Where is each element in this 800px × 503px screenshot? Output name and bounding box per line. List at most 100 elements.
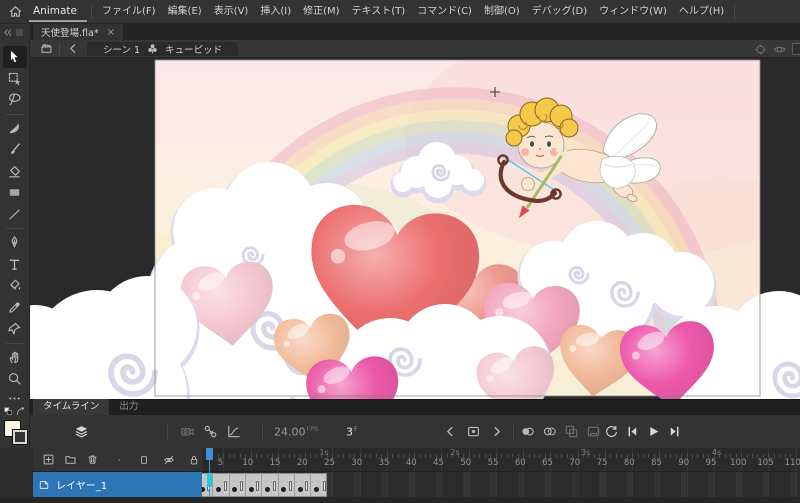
swap-colors-icon[interactable] <box>15 406 26 417</box>
classic-brush-tool[interactable] <box>3 139 27 161</box>
keyframe-dot <box>232 487 237 492</box>
app-name[interactable]: Animate <box>29 1 87 22</box>
menu-item-5[interactable]: 修正(M) <box>297 0 345 24</box>
next-frame-icon[interactable] <box>667 424 682 439</box>
frame-tick <box>474 454 475 458</box>
keyframe-segment[interactable] <box>279 474 295 496</box>
hand-tool[interactable] <box>3 347 27 369</box>
more-options-icon[interactable] <box>7 391 22 406</box>
frame-span[interactable] <box>196 473 327 497</box>
fps-display[interactable]: 24.00FPS <box>274 415 318 448</box>
menu-item-1[interactable]: ファイル(F) <box>96 0 162 24</box>
delete-layer-icon[interactable] <box>86 453 99 466</box>
loop-icon[interactable] <box>604 424 619 439</box>
keyframe-segment[interactable] <box>312 474 328 496</box>
keyframe-segment[interactable] <box>213 474 229 496</box>
document-tab[interactable]: 天使登場.fla* × <box>33 24 123 40</box>
parenting-icon[interactable] <box>203 424 218 439</box>
free-transform-tool[interactable] <box>3 68 27 90</box>
pen-tool[interactable] <box>3 232 27 254</box>
panel-chip-icon[interactable] <box>16 29 23 36</box>
keyframe-segment[interactable] <box>230 474 246 496</box>
menu-item-6[interactable]: テキスト(T) <box>346 0 412 24</box>
scene-breadcrumb[interactable]: シーン 1 <box>103 42 140 56</box>
timeline-tab-2[interactable]: 出力 <box>109 399 148 415</box>
stage-canvas[interactable] <box>30 58 800 399</box>
menu-item-3[interactable]: 表示(V) <box>208 0 255 24</box>
line-tool[interactable] <box>3 204 27 226</box>
lock-icon[interactable] <box>188 454 200 466</box>
outline-box-icon[interactable] <box>138 454 150 466</box>
rotation-icon[interactable] <box>773 43 786 56</box>
close-icon[interactable]: × <box>107 27 115 38</box>
span-end-marker <box>305 481 308 491</box>
step-forward-icon[interactable] <box>489 424 504 439</box>
insert-keyframe-icon[interactable] <box>466 424 481 439</box>
cloud[interactable] <box>30 276 200 399</box>
keyframe-segment[interactable] <box>295 474 311 496</box>
eye-slash-icon[interactable] <box>163 454 175 466</box>
step-back-icon[interactable] <box>443 424 458 439</box>
frame-tick <box>676 454 677 458</box>
keyframe-dot <box>298 487 303 492</box>
eyedropper-tool[interactable] <box>3 297 27 319</box>
menu-item-7[interactable]: コマンド(C) <box>411 0 478 24</box>
onion-skin-icon[interactable] <box>520 424 535 439</box>
frame-tick <box>240 454 241 458</box>
frame-tick <box>392 454 393 458</box>
stroke-color-swatch[interactable] <box>13 430 27 444</box>
prev-frame-icon[interactable] <box>625 424 640 439</box>
frame-tick <box>670 454 671 458</box>
new-folder-icon[interactable] <box>64 453 77 466</box>
ruler-frame-number: 15 <box>270 458 281 468</box>
keyframe-segment[interactable] <box>246 474 262 496</box>
menu-item-9[interactable]: デバッグ(D) <box>526 0 594 24</box>
home-icon[interactable] <box>8 4 23 19</box>
play-icon[interactable] <box>646 424 661 439</box>
pasteboard[interactable] <box>30 58 800 399</box>
eraser-tool[interactable] <box>3 161 27 183</box>
symbol-breadcrumb[interactable]: キューピッド <box>165 42 222 56</box>
edit-multiple-frames-icon[interactable] <box>564 424 579 439</box>
default-colors-icon[interactable] <box>3 406 14 417</box>
fluid-brush-tool[interactable] <box>3 118 27 140</box>
back-arrow-icon[interactable] <box>66 42 79 55</box>
ruler-frame-number: 110 <box>785 458 800 468</box>
edit-scene-icon[interactable] <box>40 42 53 55</box>
frame-unit: F <box>354 425 358 433</box>
text-tool[interactable] <box>3 254 27 276</box>
rectangle-tool[interactable] <box>3 182 27 204</box>
paint-bucket-tool[interactable] <box>3 275 27 297</box>
layers-icon[interactable] <box>74 424 89 439</box>
playhead-marker <box>207 473 212 487</box>
timeline-bottom-strip <box>0 497 800 503</box>
layer-page-icon <box>38 479 50 491</box>
menu-item-10[interactable]: ウィンドウ(W) <box>593 0 673 24</box>
layer-name[interactable]: レイヤー_1 <box>56 477 107 492</box>
new-layer-icon[interactable] <box>42 453 55 466</box>
frame-value[interactable]: 3 <box>346 425 353 438</box>
keyframe-segment[interactable] <box>262 474 278 496</box>
selection-tool[interactable] <box>3 46 27 68</box>
menu-item-8[interactable]: 制御(O) <box>478 0 526 24</box>
graph-editor-icon[interactable] <box>226 424 241 439</box>
camera-frame-icon[interactable] <box>586 424 601 439</box>
zoom-tool[interactable] <box>3 368 27 390</box>
menu-item-2[interactable]: 編集(E) <box>162 0 208 24</box>
playhead-handle[interactable] <box>206 448 213 460</box>
frame-tick <box>310 454 311 458</box>
asset-warp-tool[interactable] <box>3 318 27 340</box>
highlight-dot-icon[interactable] <box>113 454 125 466</box>
onion-outline-icon[interactable] <box>542 424 557 439</box>
layer-row[interactable]: レイヤー_1 <box>33 472 202 497</box>
current-frame-display[interactable]: 3F <box>346 415 358 448</box>
ruler-frame-number: 70 <box>569 458 580 468</box>
collapse-panel-icon[interactable] <box>2 27 13 38</box>
menu-item-11[interactable]: ヘルプ(H) <box>673 0 730 24</box>
pin-icon[interactable] <box>754 43 767 56</box>
camera-icon[interactable] <box>180 424 195 439</box>
fps-value[interactable]: 24.00 <box>274 425 306 438</box>
timeline-tab-1[interactable]: タイムライン <box>33 399 109 415</box>
menu-item-4[interactable]: 挿入(I) <box>254 0 297 24</box>
lasso-tool[interactable] <box>3 89 27 111</box>
